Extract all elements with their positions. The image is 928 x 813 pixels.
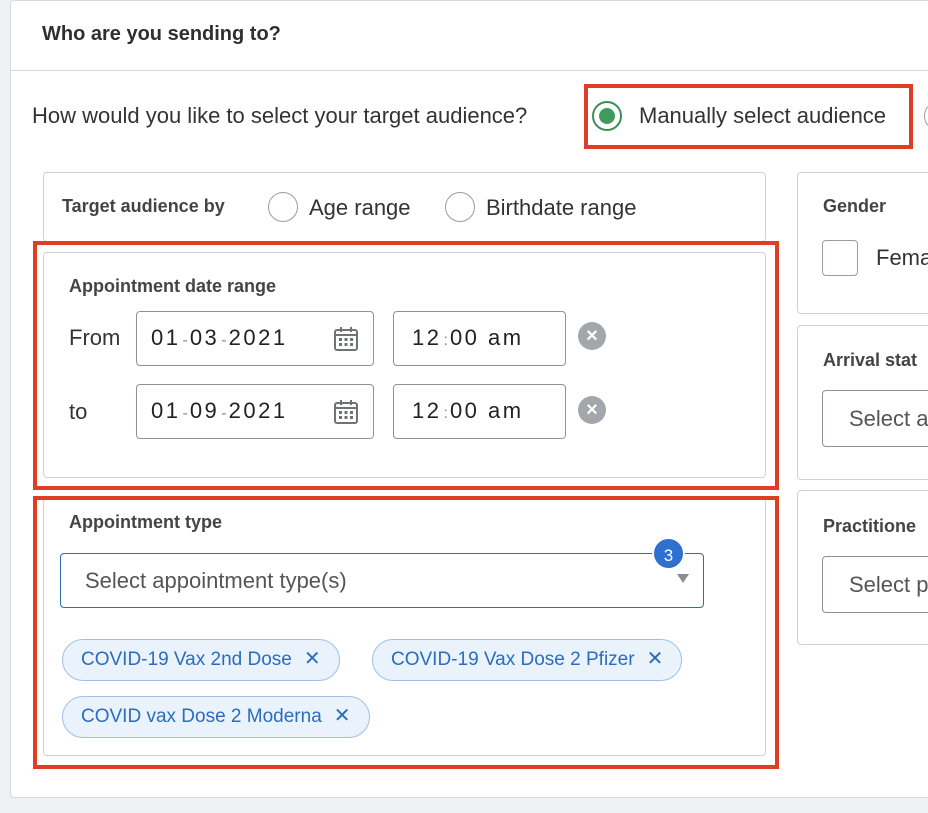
birthdate-range-radio[interactable]	[445, 192, 475, 222]
arrival-status-title: Arrival stat	[823, 350, 918, 370]
remove-chip-icon[interactable]: ✕	[304, 648, 321, 670]
remove-chip-icon[interactable]: ✕	[334, 705, 351, 727]
date-range-title: Appointment date range	[69, 276, 277, 296]
age-range-radio[interactable]	[268, 192, 298, 222]
appointment-type-placeholder: Select appointment type(s)	[85, 568, 347, 593]
calendar-icon[interactable]	[333, 399, 359, 425]
appointment-type-title: Appointment type	[69, 512, 222, 532]
female-checkbox[interactable]	[822, 240, 858, 276]
calendar-icon[interactable]	[333, 326, 359, 352]
practitioner-select[interactable]: Select p	[822, 556, 928, 613]
to-date-input[interactable]: 01 -09 -2021	[136, 384, 374, 439]
gender-title: Gender	[823, 196, 887, 216]
birthdate-range-label[interactable]: Birthdate range	[486, 195, 636, 221]
to-label: to	[69, 399, 88, 424]
practitioner-title: Practitione	[823, 516, 917, 536]
page-title: Who are you sending to?	[42, 23, 281, 45]
audience-question: How would you like to select your target…	[32, 103, 528, 128]
female-label[interactable]: Fema	[876, 245, 928, 271]
appointment-type-select[interactable]: Select appointment type(s)	[60, 553, 704, 608]
gender-panel	[797, 172, 928, 314]
age-range-label[interactable]: Age range	[309, 195, 411, 221]
clear-to-icon[interactable]: ×	[578, 396, 606, 424]
to-time-input[interactable]: 12:00 am	[393, 384, 566, 439]
arrival-status-select[interactable]: Select a	[822, 390, 928, 447]
remove-chip-icon[interactable]: ✕	[647, 648, 664, 670]
clear-from-icon[interactable]: ×	[578, 322, 606, 350]
card-header: Who are you sending to?	[11, 1, 928, 71]
target-by-label: Target audience by	[62, 196, 225, 216]
chip-covid-pfizer: COVID-19 Vax Dose 2 Pfizer ✕	[372, 639, 683, 681]
manual-select-radio[interactable]	[592, 101, 622, 131]
from-time-input[interactable]: 12:00 am	[393, 311, 566, 366]
chip-covid-moderna: COVID vax Dose 2 Moderna ✕	[62, 696, 370, 738]
from-label: From	[69, 325, 121, 350]
chevron-down-icon[interactable]	[677, 574, 689, 583]
from-date-input[interactable]: 01 -03 -2021	[136, 311, 374, 366]
selected-count-badge: 3	[652, 537, 685, 570]
chip-covid-2nd-dose: COVID-19 Vax 2nd Dose ✕	[62, 639, 340, 681]
manual-select-label[interactable]: Manually select audience	[639, 103, 886, 129]
